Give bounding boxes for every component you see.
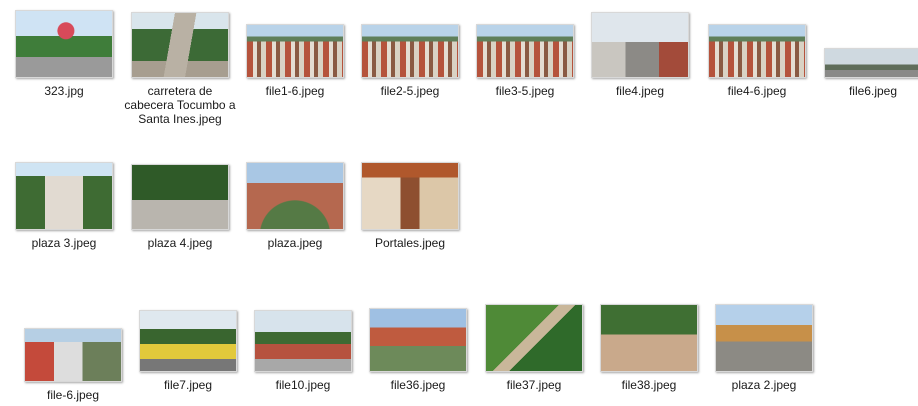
file-name-label: file-6.jpeg xyxy=(46,388,100,402)
file-item-file6[interactable]: file6.jpeg xyxy=(816,12,918,98)
image-thumbnail xyxy=(824,48,918,78)
file-name-label: 323.jpg xyxy=(44,84,84,98)
file-name-label: carretera de cabecera Tocumbo a Santa In… xyxy=(124,84,236,126)
file-name-label: file37.jpeg xyxy=(506,378,562,392)
image-thumbnail xyxy=(139,310,237,372)
file-name-label: Portales.jpeg xyxy=(374,236,446,250)
image-thumbnail xyxy=(715,304,813,372)
file-name-label: file1-6.jpeg xyxy=(265,84,325,98)
file-name-label: file36.jpeg xyxy=(390,378,446,392)
file-name-label: file3-5.jpeg xyxy=(495,84,555,98)
image-thumbnail xyxy=(369,308,467,372)
file-name-label: file6.jpeg xyxy=(848,84,898,98)
file-item-file10[interactable]: file10.jpeg xyxy=(246,306,360,392)
file-item-file37[interactable]: file37.jpeg xyxy=(477,304,591,392)
image-thumbnail xyxy=(476,24,574,78)
file-name-label: file2-5.jpeg xyxy=(380,84,440,98)
image-thumbnail xyxy=(485,304,583,372)
image-thumbnail xyxy=(246,162,344,230)
file-item-carretera[interactable]: carretera de cabecera Tocumbo a Santa In… xyxy=(123,12,237,126)
image-thumbnail xyxy=(361,24,459,78)
file-item-plaza-2[interactable]: plaza 2.jpeg xyxy=(707,304,821,392)
file-item-file2-5[interactable]: file2-5.jpeg xyxy=(353,12,467,98)
file-item-file1-6[interactable]: file1-6.jpeg xyxy=(238,12,352,98)
image-thumbnail xyxy=(600,304,698,372)
file-item-323[interactable]: 323.jpg xyxy=(7,10,121,98)
file-name-label: file4-6.jpeg xyxy=(727,84,787,98)
file-item-file38[interactable]: file38.jpeg xyxy=(592,304,706,392)
file-name-label: plaza 4.jpeg xyxy=(147,236,213,250)
file-item-file36[interactable]: file36.jpeg xyxy=(361,306,475,392)
image-thumbnail xyxy=(708,24,806,78)
image-thumbnail xyxy=(131,12,229,78)
file-item-plaza-4[interactable]: plaza 4.jpeg xyxy=(123,164,237,250)
file-item-file7[interactable]: file7.jpeg xyxy=(131,306,245,392)
image-thumbnail xyxy=(254,310,352,372)
file-name-label: file4.jpeg xyxy=(615,84,665,98)
image-thumbnail xyxy=(246,24,344,78)
file-item-file3-5[interactable]: file3-5.jpeg xyxy=(468,12,582,98)
image-thumbnail xyxy=(15,162,113,230)
file-name-label: plaza 2.jpeg xyxy=(731,378,797,392)
image-thumbnail xyxy=(24,328,122,382)
image-thumbnail xyxy=(15,10,113,78)
file-item-portales[interactable]: Portales.jpeg xyxy=(353,162,467,250)
file-item-file4[interactable]: file4.jpeg xyxy=(583,12,697,98)
file-item-file-6[interactable]: file-6.jpeg xyxy=(16,316,130,402)
image-thumbnail xyxy=(361,162,459,230)
file-name-label: plaza 3.jpeg xyxy=(31,236,97,250)
file-name-label: file10.jpeg xyxy=(275,378,331,392)
file-item-plaza-3[interactable]: plaza 3.jpeg xyxy=(7,162,121,250)
image-thumbnail xyxy=(591,12,689,78)
image-thumbnail xyxy=(131,164,229,230)
file-item-file4-6[interactable]: file4-6.jpeg xyxy=(700,12,814,98)
file-name-label: file38.jpeg xyxy=(621,378,677,392)
file-item-plaza[interactable]: plaza.jpeg xyxy=(238,162,352,250)
file-name-label: file7.jpeg xyxy=(163,378,213,392)
file-name-label: plaza.jpeg xyxy=(267,236,323,250)
